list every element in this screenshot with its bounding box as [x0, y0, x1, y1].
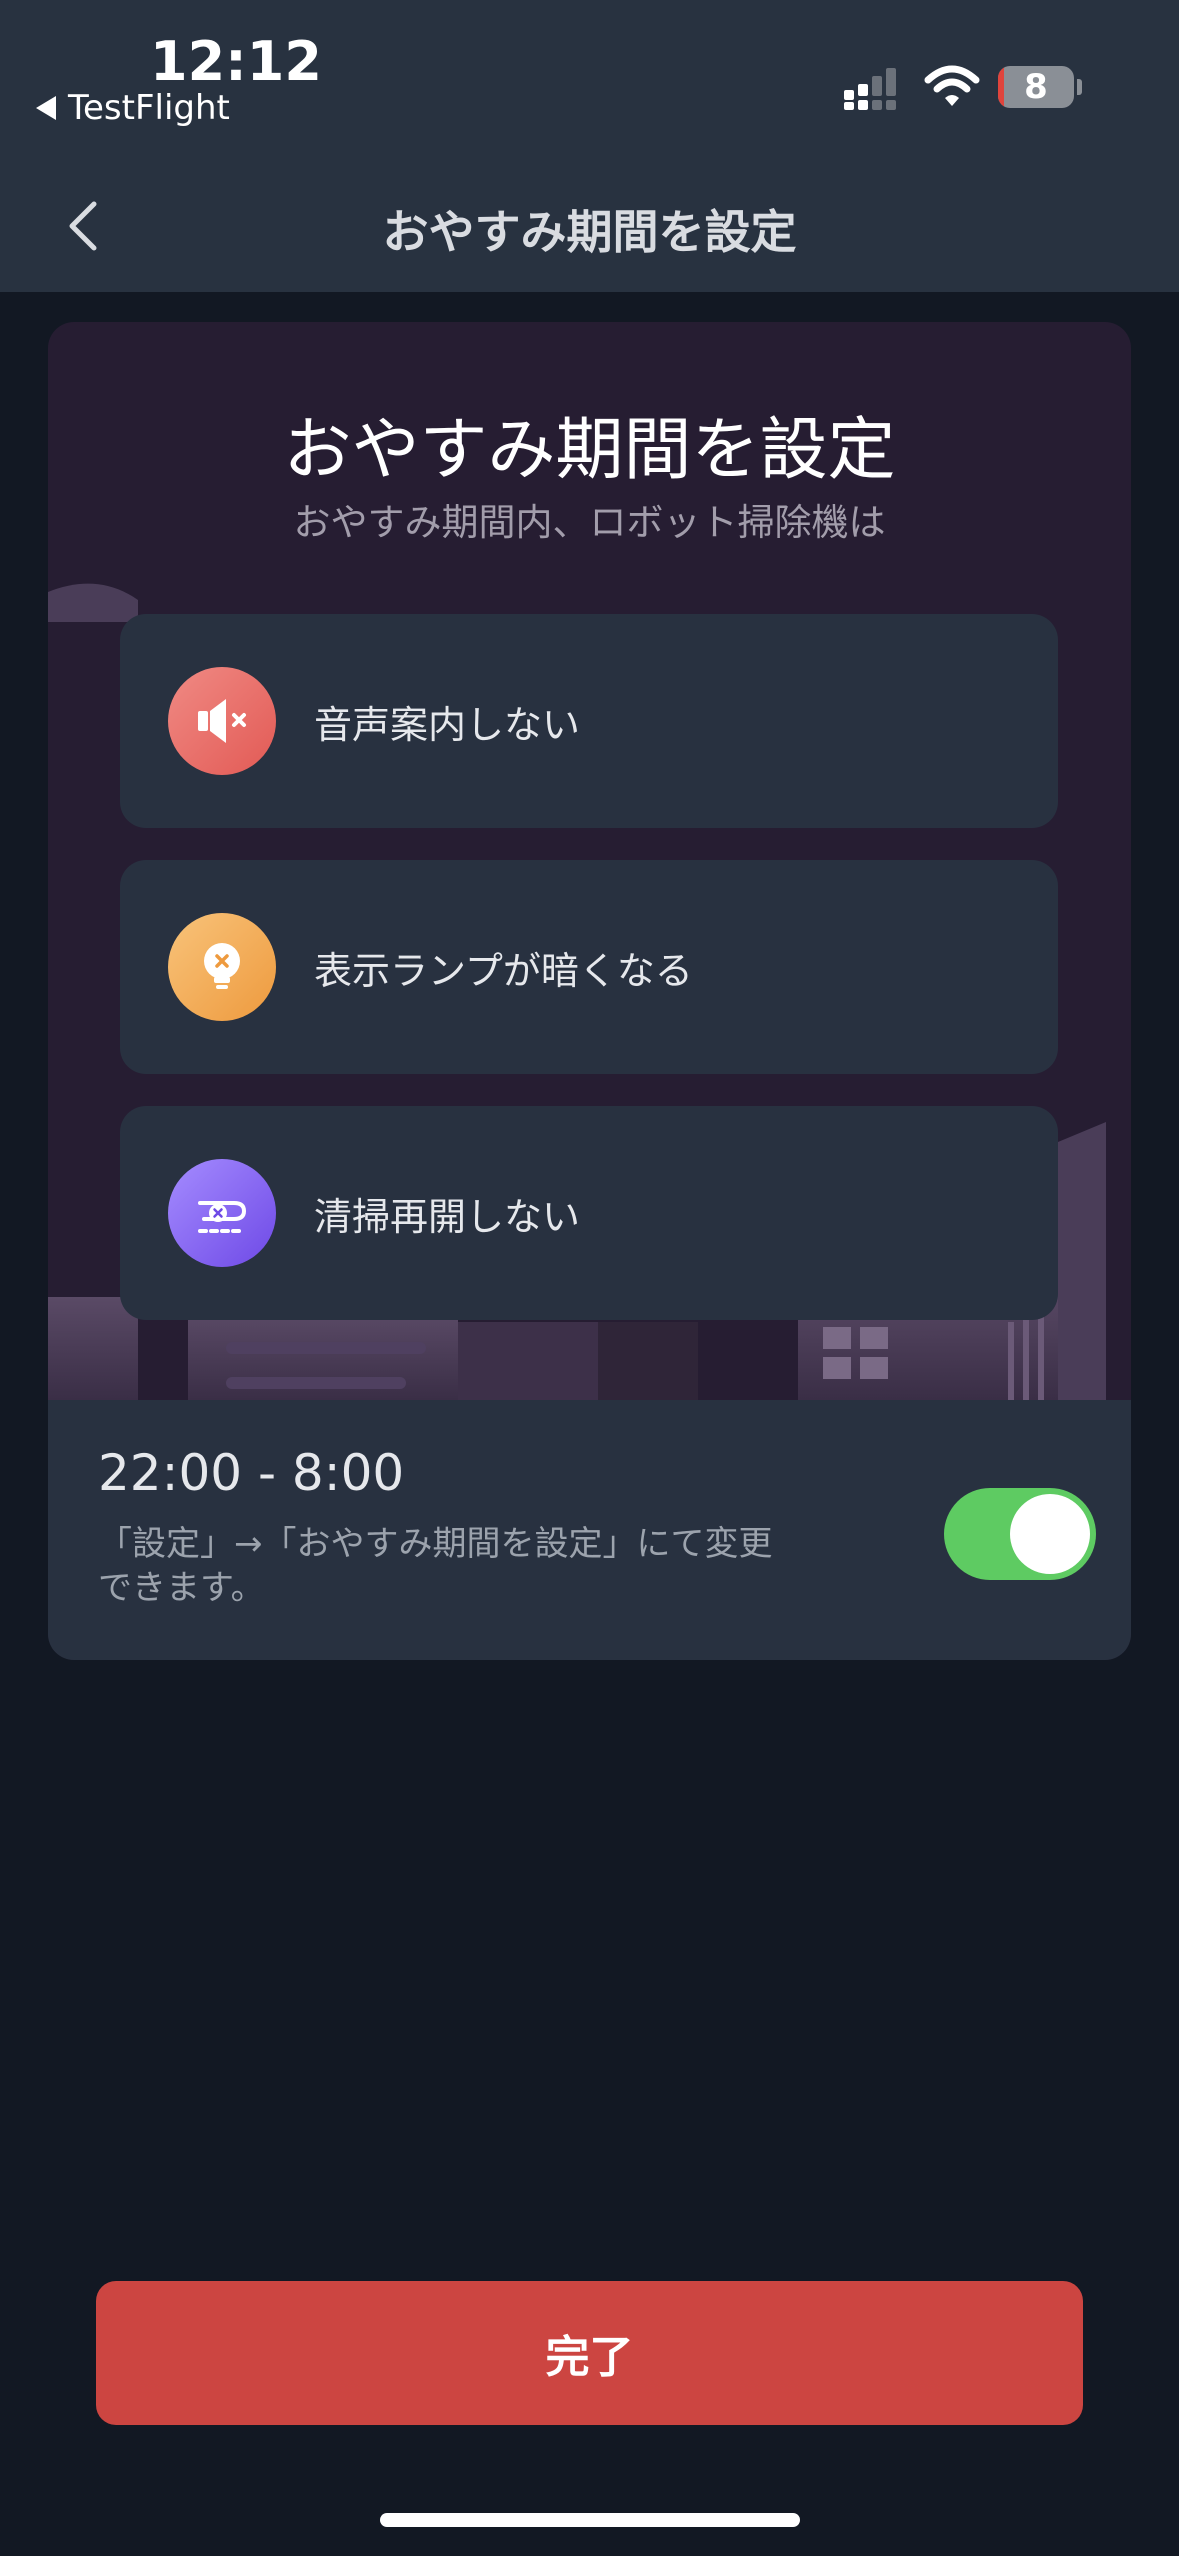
feature-no-resume: 清掃再開しない — [120, 1106, 1058, 1320]
schedule-section: 22:00 - 8:00 「設定」→「おやすみ期間を設定」にて変更 できます。 — [48, 1400, 1131, 1660]
feature-dim-lamp: 表示ランプが暗くなる — [120, 860, 1058, 1074]
battery-indicator: 8 — [998, 66, 1074, 108]
done-button[interactable]: 完了 — [96, 2281, 1083, 2425]
speaker-mute-icon — [168, 667, 276, 775]
nav-title: おやすみ期間を設定 — [382, 205, 797, 259]
battery-percent: 8 — [1024, 67, 1048, 107]
wifi-icon — [924, 65, 980, 106]
status-time: 12:12 — [150, 30, 322, 93]
feature-no-voice: 音声案内しない — [120, 614, 1058, 828]
cellular-signal-icon — [844, 68, 896, 110]
toggle-knob — [1010, 1494, 1090, 1574]
battery-nub — [1077, 79, 1082, 95]
card-subtitle: おやすみ期間内、ロボット掃除機は — [293, 501, 886, 544]
lightbulb-off-icon — [168, 913, 276, 1021]
card-title: おやすみ期間を設定 — [283, 411, 896, 490]
status-back-to-app[interactable]: TestFlight — [36, 88, 230, 128]
back-triangle-icon — [36, 96, 56, 120]
quiet-hours-toggle[interactable] — [944, 1488, 1096, 1580]
settings-hint-line-1: 「設定」→「おやすみ期間を設定」にて変更 — [98, 1524, 773, 1564]
battery-level-fill — [998, 66, 1005, 108]
no-resume-path-icon — [168, 1159, 276, 1267]
top-bar: 12:12 TestFlight 8 おやすみ期間を設定 — [0, 0, 1179, 292]
status-back-label: TestFlight — [68, 88, 230, 128]
feature-label: 音声案内しない — [314, 702, 581, 747]
home-indicator[interactable] — [380, 2513, 800, 2527]
feature-label: 清掃再開しない — [314, 1194, 581, 1239]
settings-hint-line-2: できます。 — [98, 1568, 265, 1608]
quiet-hours-card: おやすみ期間を設定 おやすみ期間内、ロボット掃除機は 音声案内しない 表示ランプ… — [48, 322, 1131, 1660]
quiet-hours-time-range[interactable]: 22:00 - 8:00 — [98, 1444, 404, 1502]
feature-label: 表示ランプが暗くなる — [314, 948, 693, 993]
settings-hint: 「設定」→「おやすみ期間を設定」にて変更 できます。 — [98, 1522, 798, 1610]
